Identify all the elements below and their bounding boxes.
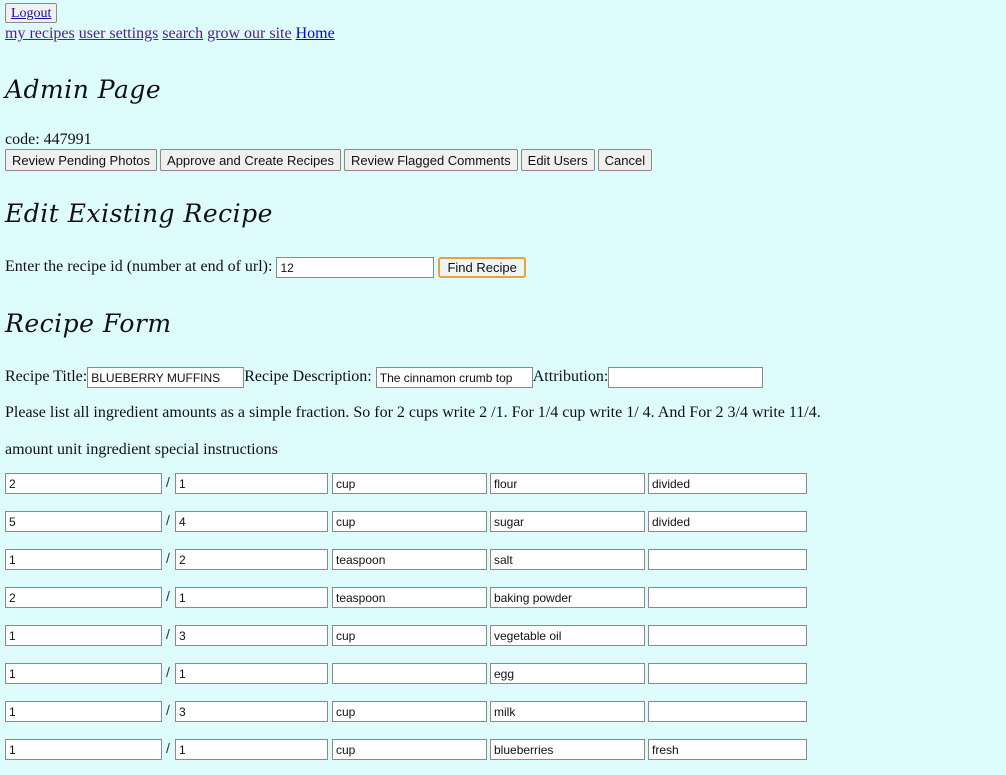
amount-denominator-input[interactable]	[175, 625, 328, 646]
amount-numerator-input[interactable]	[5, 739, 162, 760]
edit-users-button[interactable]: Edit Users	[520, 149, 595, 171]
amount-numerator-input[interactable]	[5, 701, 162, 722]
admin-page-heading: Admin Page	[5, 75, 162, 104]
nav-grow-our-site-link[interactable]: grow our site	[207, 25, 291, 42]
fraction-slash: /	[166, 626, 170, 642]
fraction-slash: /	[166, 588, 170, 604]
top-nav: my recipes user settings search grow our…	[5, 25, 335, 43]
amount-numerator-input[interactable]	[5, 625, 162, 646]
recipe-meta-row: Recipe Title: Recipe Description: Attribu…	[5, 367, 764, 388]
edit-recipe-heading: Edit Existing Recipe	[5, 199, 273, 228]
unit-input[interactable]	[332, 549, 487, 570]
ingredient-input[interactable]	[490, 663, 645, 684]
ingredient-columns-label: amount unit ingredient special instructi…	[5, 441, 278, 458]
recipe-title-label: Recipe Title:	[5, 368, 88, 386]
amount-denominator-input[interactable]	[175, 473, 328, 494]
unit-input[interactable]	[332, 625, 487, 646]
unit-input[interactable]	[332, 473, 487, 494]
admin-code: code: 447991	[5, 131, 92, 148]
recipe-id-input[interactable]	[276, 257, 435, 278]
recipe-description-input[interactable]	[375, 367, 533, 388]
recipe-id-label: Enter the recipe id (number at end of ur…	[5, 258, 273, 276]
amount-numerator-input[interactable]	[5, 587, 162, 608]
find-recipe-button[interactable]: Find Recipe	[438, 257, 526, 278]
review-flagged-comments-button[interactable]: Review Flagged Comments	[343, 149, 518, 171]
recipe-form-heading: Recipe Form	[5, 309, 172, 338]
find-recipe-row: Enter the recipe id (number at end of ur…	[5, 257, 526, 278]
ingredient-input[interactable]	[490, 701, 645, 722]
nav-home-link[interactable]: Home	[296, 25, 335, 42]
fraction-slash: /	[166, 702, 170, 718]
amount-denominator-input[interactable]	[175, 739, 328, 760]
nav-my-recipes-link[interactable]: my recipes	[5, 25, 75, 42]
fraction-instructions: Please list all ingredient amounts as a …	[5, 404, 821, 421]
recipe-title-input[interactable]	[87, 367, 245, 388]
special-instructions-input[interactable]	[648, 473, 807, 494]
amount-denominator-input[interactable]	[175, 511, 328, 532]
amount-numerator-input[interactable]	[5, 663, 162, 684]
special-instructions-input[interactable]	[648, 701, 807, 722]
special-instructions-input[interactable]	[648, 739, 807, 760]
amount-denominator-input[interactable]	[175, 663, 328, 684]
approve-create-recipes-button[interactable]: Approve and Create Recipes	[160, 149, 341, 171]
unit-input[interactable]	[332, 587, 487, 608]
ingredient-input[interactable]	[490, 549, 645, 570]
attribution-label: Attribution:	[532, 368, 609, 386]
ingredient-input[interactable]	[490, 511, 645, 532]
unit-input[interactable]	[332, 739, 487, 760]
amount-numerator-input[interactable]	[5, 549, 162, 570]
fraction-slash: /	[166, 512, 170, 528]
fraction-slash: /	[166, 740, 170, 756]
cancel-button[interactable]: Cancel	[597, 149, 653, 171]
amount-numerator-input[interactable]	[5, 511, 162, 532]
special-instructions-input[interactable]	[648, 625, 807, 646]
special-instructions-input[interactable]	[648, 549, 807, 570]
amount-denominator-input[interactable]	[175, 701, 328, 722]
unit-input[interactable]	[332, 511, 487, 532]
fraction-slash: /	[166, 550, 170, 566]
amount-numerator-input[interactable]	[5, 473, 162, 494]
fraction-slash: /	[166, 474, 170, 490]
amount-denominator-input[interactable]	[175, 549, 328, 570]
ingredient-input[interactable]	[490, 473, 645, 494]
logout-button[interactable]: Logout	[5, 3, 58, 23]
nav-search-link[interactable]: search	[162, 25, 203, 42]
review-pending-photos-button[interactable]: Review Pending Photos	[5, 149, 158, 171]
special-instructions-input[interactable]	[648, 663, 807, 684]
ingredient-input[interactable]	[490, 587, 645, 608]
amount-denominator-input[interactable]	[175, 587, 328, 608]
attribution-input[interactable]	[608, 367, 764, 388]
admin-toolbar: Review Pending Photos Approve and Create…	[5, 149, 653, 171]
unit-input[interactable]	[332, 663, 487, 684]
fraction-slash: /	[166, 664, 170, 680]
ingredient-input[interactable]	[490, 739, 645, 760]
ingredient-input[interactable]	[490, 625, 645, 646]
special-instructions-input[interactable]	[648, 511, 807, 532]
special-instructions-input[interactable]	[648, 587, 807, 608]
recipe-description-label: Recipe Description:	[244, 368, 372, 386]
nav-user-settings-link[interactable]: user settings	[79, 25, 159, 42]
unit-input[interactable]	[332, 701, 487, 722]
